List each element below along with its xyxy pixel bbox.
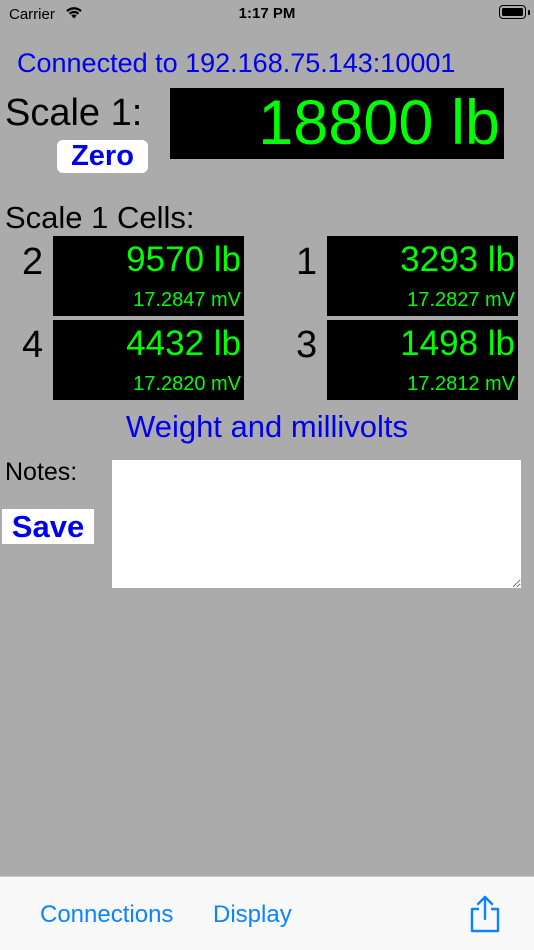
cell-number: 2	[22, 241, 44, 283]
display-button[interactable]: Display	[213, 901, 292, 929]
scale-total-value: 18800 lb	[258, 88, 500, 158]
cell-weight: 3293 lb	[400, 240, 515, 279]
battery-icon	[499, 5, 526, 19]
status-bar: Carrier 1:17 PM	[0, 0, 534, 30]
connection-status: Connected to 192.168.75.143:10001	[17, 48, 456, 78]
cell-millivolts: 17.2812 mV	[407, 373, 515, 395]
toolbar: Connections Display	[0, 876, 534, 950]
cell-millivolts: 17.2847 mV	[133, 289, 241, 311]
cell-display: 9570 lb 17.2847 mV	[53, 236, 244, 316]
cell-weight: 1498 lb	[400, 324, 515, 363]
display-mode-label[interactable]: Weight and millivolts	[0, 409, 534, 445]
connections-button[interactable]: Connections	[40, 901, 173, 929]
notes-label: Notes:	[5, 458, 78, 486]
zero-button[interactable]: Zero	[57, 140, 148, 173]
clock: 1:17 PM	[238, 5, 296, 22]
cell-weight: 4432 lb	[126, 324, 241, 363]
cell-display: 3293 lb 17.2827 mV	[327, 236, 518, 316]
cell-number: 3	[296, 324, 318, 366]
cell-weight: 9570 lb	[126, 240, 241, 279]
cell-number: 1	[296, 241, 318, 283]
share-icon[interactable]	[468, 894, 502, 939]
save-button[interactable]: Save	[2, 509, 94, 544]
scale-label: Scale 1:	[5, 92, 143, 134]
cell-millivolts: 17.2820 mV	[133, 373, 241, 395]
cell-number: 4	[22, 324, 44, 366]
battery-cap	[528, 10, 530, 15]
cell-display: 4432 lb 17.2820 mV	[53, 320, 244, 400]
cell-millivolts: 17.2827 mV	[407, 289, 515, 311]
cell-display: 1498 lb 17.2812 mV	[327, 320, 518, 400]
scale-total-display: 18800 lb	[170, 88, 504, 159]
cells-heading: Scale 1 Cells:	[5, 200, 195, 235]
notes-field[interactable]	[112, 460, 521, 588]
